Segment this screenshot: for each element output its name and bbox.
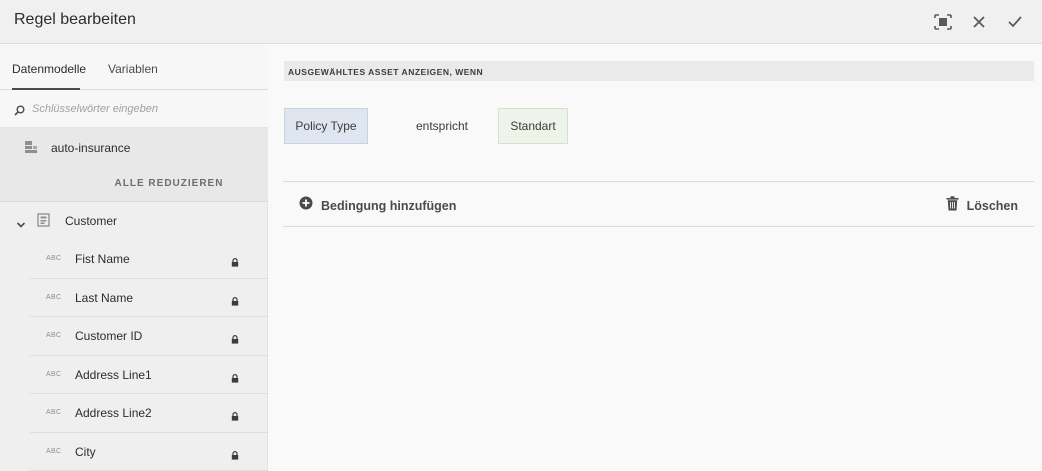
data-model-label: auto-insurance: [51, 141, 131, 155]
condition-operator[interactable]: entspricht: [406, 108, 478, 144]
field-item[interactable]: ABC Address Line1: [30, 356, 268, 394]
collapse-all-row: ALLE REDUZIEREN: [0, 166, 268, 202]
field-type-badge: ABC: [46, 447, 62, 455]
field-type-badge: ABC: [46, 293, 62, 301]
add-circle-icon: [299, 196, 313, 215]
field-type-badge: ABC: [46, 332, 62, 339]
search-input[interactable]: [32, 100, 252, 118]
entity-item-customer[interactable]: Customer: [0, 202, 268, 240]
tab-variablen[interactable]: Variablen: [108, 62, 158, 76]
add-condition-label: Bedingung hinzufügen: [321, 198, 457, 213]
dialog-header: Regel bearbeiten: [0, 0, 1042, 44]
condition-action-bar: Bedingung hinzufügen Löschen: [283, 181, 1034, 227]
field-item[interactable]: ABC Last Name: [30, 279, 268, 317]
lock-icon: [231, 370, 239, 388]
entity-icon: [37, 213, 50, 232]
field-item[interactable]: ABC Customer ID: [30, 317, 268, 356]
field-label: Customer ID: [75, 329, 143, 343]
dialog-title: Regel bearbeiten: [14, 11, 136, 28]
field-item[interactable]: ABC City: [30, 433, 268, 471]
close-button[interactable]: [968, 11, 990, 33]
field-item[interactable]: ABC Fist Name: [30, 240, 268, 279]
lock-icon: [231, 331, 239, 349]
data-model-icon: [24, 140, 38, 159]
done-button[interactable]: [1004, 11, 1026, 33]
section-header: AUSGEWÄHLTES ASSET ANZEIGEN, WENN: [284, 61, 1034, 81]
field-label: Fist Name: [75, 252, 130, 266]
search-icon: [14, 103, 25, 121]
delete-button[interactable]: Löschen: [946, 196, 1018, 216]
field-type-badge: ABC: [46, 409, 62, 416]
field-label: City: [75, 444, 96, 459]
fullscreen-icon: [934, 14, 952, 30]
lock-icon: [231, 293, 239, 311]
delete-label: Löschen: [966, 199, 1018, 213]
entity-label: Customer: [65, 214, 118, 228]
lock-icon: [231, 447, 239, 465]
check-icon: [1007, 15, 1023, 29]
tab-datenmodelle[interactable]: Datenmodelle: [12, 62, 86, 76]
section-title: AUSGEWÄHLTES ASSET ANZEIGEN, WENN: [288, 67, 484, 77]
field-type-badge: ABC: [46, 255, 62, 262]
field-label: Address Line2: [75, 406, 152, 420]
condition-value-chip[interactable]: Standart: [498, 108, 568, 144]
field-type-badge: ABC: [46, 370, 62, 378]
data-model-item[interactable]: auto-insurance: [0, 128, 268, 166]
trash-icon: [946, 196, 959, 216]
lock-icon: [231, 254, 239, 272]
rule-editor-panel: AUSGEWÄHLTES ASSET ANZEIGEN, WENN Policy…: [268, 44, 1042, 471]
close-icon: [972, 15, 986, 29]
condition-field-chip[interactable]: Policy Type: [284, 108, 368, 144]
field-item[interactable]: ABC Address Line2: [30, 394, 268, 433]
search-bar: [0, 90, 268, 128]
field-label: Address Line1: [75, 367, 152, 382]
sidebar: Datenmodelle Variablen auto-insurance AL…: [0, 44, 268, 471]
field-list: ABC Fist Name ABC Last Name ABC Customer…: [30, 240, 268, 471]
lock-icon: [231, 408, 239, 426]
fullscreen-button[interactable]: [932, 11, 954, 33]
add-condition-button[interactable]: Bedingung hinzufügen: [299, 196, 456, 215]
field-label: Last Name: [75, 290, 134, 305]
sidebar-tabs: Datenmodelle Variablen: [0, 44, 268, 90]
chevron-down-icon[interactable]: [16, 216, 26, 234]
